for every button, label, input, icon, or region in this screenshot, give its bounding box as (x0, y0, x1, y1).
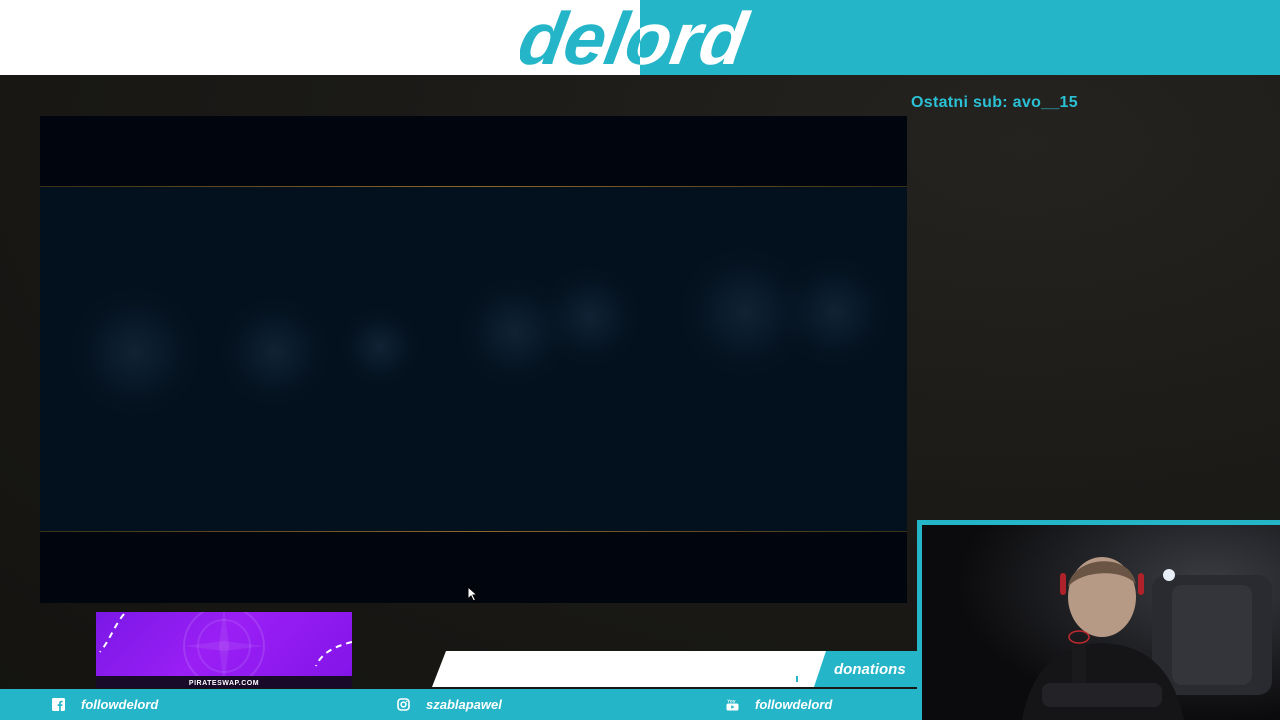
social-youtube: You followdelord (726, 689, 832, 720)
youtube-icon: You (726, 698, 739, 711)
game-loading-screen (40, 187, 907, 531)
social-facebook: followdelord (52, 689, 158, 720)
svg-text:You: You (727, 699, 736, 704)
social-instagram: szablapawel (397, 689, 502, 720)
webcam-frame (917, 520, 1280, 720)
social-handle: followdelord (755, 697, 833, 712)
streamer-webcam-image (922, 525, 1280, 720)
sponsor-banner: PIRATESWAP.COM (96, 612, 352, 688)
donations-progress-tick (796, 676, 798, 682)
header-banner: delord delord (0, 0, 1280, 75)
donations-label: donations (834, 661, 906, 678)
social-handle: szablapawel (426, 697, 502, 712)
donations-bar (432, 651, 827, 687)
game-letterbox-top (40, 116, 907, 186)
webcam-feed (922, 525, 1280, 720)
facebook-icon (52, 698, 65, 711)
bokeh-light (780, 257, 890, 367)
stream-overlay: delord delord Ostatni sub: avo__15 PIRAT… (0, 0, 1280, 720)
game-capture (40, 116, 907, 603)
delord-logo: delord delord (520, 4, 755, 72)
instagram-icon (397, 698, 410, 711)
bokeh-light (540, 267, 640, 367)
bokeh-light (70, 287, 200, 417)
bokeh-light (220, 297, 330, 407)
bokeh-light (340, 307, 420, 387)
social-handle: followdelord (81, 697, 159, 712)
last-subscriber-label: Ostatni sub: avo__15 (911, 94, 1078, 111)
mouse-cursor-icon (467, 586, 479, 602)
sponsor-url: PIRATESWAP.COM (188, 680, 260, 687)
social-bar: followdelord szablapawel You followdelor… (0, 689, 918, 720)
